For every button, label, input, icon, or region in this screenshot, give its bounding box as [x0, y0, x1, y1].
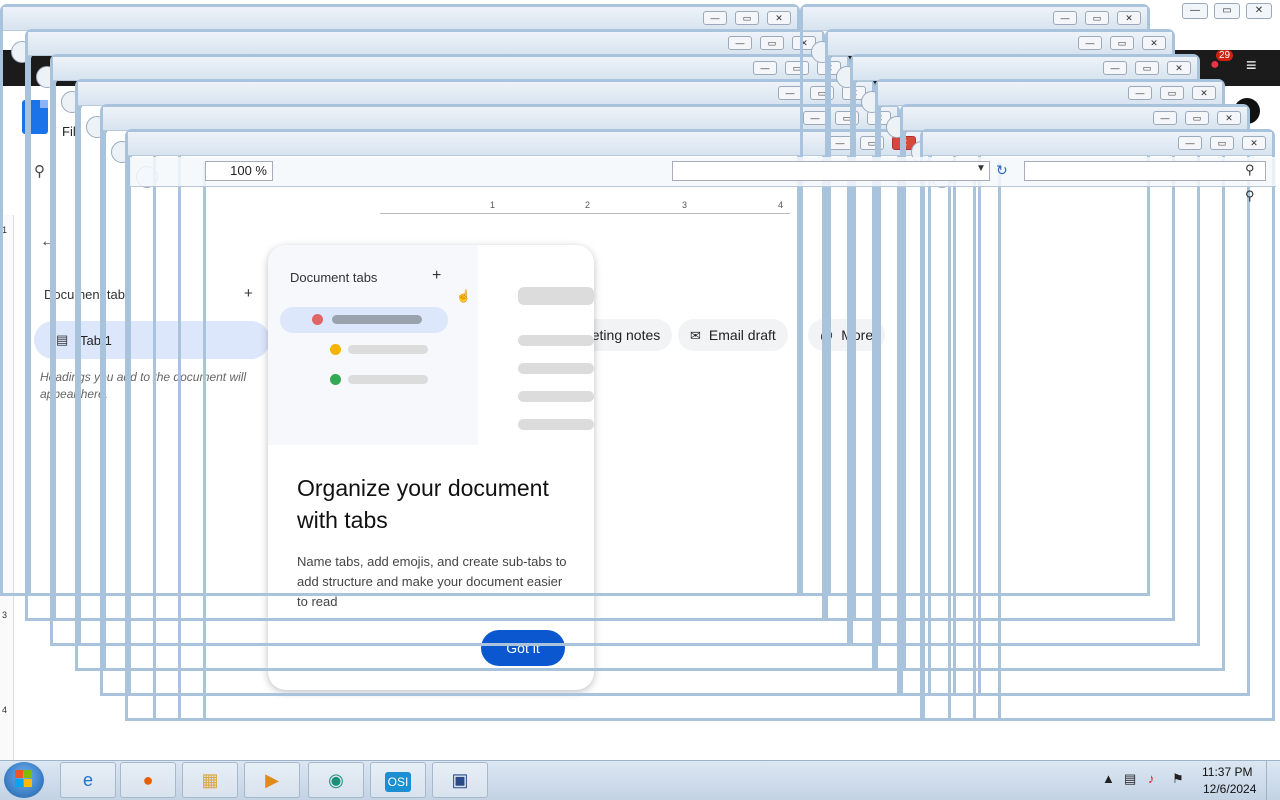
ghost-titlebar — [103, 107, 897, 131]
volume-muted-icon[interactable]: ♪ — [1148, 771, 1155, 786]
zoom-field[interactable]: 100 % — [205, 161, 273, 181]
tray-expand-icon[interactable]: ▲ — [1102, 771, 1115, 786]
clock-date[interactable]: 12/6/2024 — [1203, 782, 1256, 796]
notification-bell-icon[interactable]: ● — [1210, 56, 1232, 78]
ruler-label: 3 — [2, 610, 8, 620]
minimize-button[interactable]: — — [1078, 36, 1102, 50]
close-button[interactable]: ✕ — [1246, 3, 1272, 19]
restore-button[interactable]: ▭ — [1085, 11, 1109, 25]
minimize-button[interactable]: — — [1053, 11, 1077, 25]
close-button[interactable]: ✕ — [1242, 136, 1266, 150]
firefox-icon[interactable]: ● — [120, 762, 176, 798]
restore-button[interactable]: ▭ — [1135, 61, 1159, 75]
show-desktop-button[interactable] — [1266, 760, 1280, 800]
minimize-button[interactable]: — — [1103, 61, 1127, 75]
minimize-button[interactable]: — — [1128, 86, 1152, 100]
osi-icon: OSI — [384, 772, 412, 792]
minimize-button[interactable]: — — [728, 36, 752, 50]
file-explorer-icon[interactable]: ▦ — [182, 762, 238, 798]
desktop: 29 ● ≡ Fil ⚲ 1 3 4 1 2 3 4 ← Document ta… — [0, 0, 1280, 800]
minimize-button[interactable]: — — [753, 61, 777, 75]
osi-app-button[interactable]: OSI — [370, 762, 426, 798]
ghost-window: — ▭ ✕ — [920, 129, 1275, 721]
menu-icon[interactable]: ≡ — [1246, 56, 1266, 76]
action-center-flag-icon[interactable]: ⚑ — [1172, 771, 1184, 787]
close-button[interactable]: ✕ — [1167, 61, 1191, 75]
restore-button[interactable]: ▭ — [760, 36, 784, 50]
minimize-button[interactable]: — — [1153, 111, 1177, 125]
minimize-button[interactable]: — — [778, 86, 802, 100]
close-button[interactable]: ✕ — [1217, 111, 1241, 125]
restore-button[interactable]: ▭ — [1160, 86, 1184, 100]
ghost-titlebar — [78, 82, 872, 106]
internet-explorer-icon[interactable]: e — [60, 762, 116, 798]
window-edge — [203, 162, 206, 718]
search-icon[interactable]: ⚲ — [1245, 162, 1255, 178]
restore-button[interactable]: ▭ — [1214, 3, 1240, 19]
ghost-titlebar — [28, 32, 822, 56]
restore-button[interactable]: ▭ — [1210, 136, 1234, 150]
window-edge — [998, 162, 1001, 718]
close-button[interactable]: ✕ — [1117, 11, 1141, 25]
window-edge — [153, 162, 156, 718]
app-teal-icon[interactable]: ◉ — [308, 762, 364, 798]
refresh-icon[interactable]: ↻ — [996, 162, 1008, 179]
restore-button[interactable]: ▭ — [1185, 111, 1209, 125]
restore-button[interactable]: ▭ — [1110, 36, 1134, 50]
ghost-titlebar — [53, 57, 847, 81]
restore-button[interactable]: ▭ — [735, 11, 759, 25]
close-button[interactable]: ✕ — [1192, 86, 1216, 100]
clock-time[interactable]: 11:37 PM — [1202, 765, 1252, 779]
minimize-button[interactable]: — — [703, 11, 727, 25]
address-bar[interactable] — [672, 161, 990, 181]
virtualbox-icon[interactable]: ▣ — [432, 762, 488, 798]
close-button[interactable]: ✕ — [767, 11, 791, 25]
ruler-label: 4 — [2, 705, 8, 715]
chevron-down-icon[interactable]: ▼ — [976, 163, 986, 174]
window-edge — [948, 162, 951, 718]
minimize-button[interactable]: — — [1182, 3, 1208, 19]
windows-logo-icon — [15, 770, 33, 788]
close-button[interactable]: ✕ — [1142, 36, 1166, 50]
minimize-button[interactable]: — — [1178, 136, 1202, 150]
ghost-titlebar — [3, 7, 797, 31]
search-icon[interactable]: ⚲ — [1245, 188, 1255, 204]
window-edge — [973, 162, 976, 718]
media-player-icon[interactable]: ▶ — [244, 762, 300, 798]
search-input[interactable] — [1024, 161, 1266, 181]
window-edge — [178, 162, 181, 718]
network-icon[interactable]: ▤ — [1124, 771, 1136, 787]
